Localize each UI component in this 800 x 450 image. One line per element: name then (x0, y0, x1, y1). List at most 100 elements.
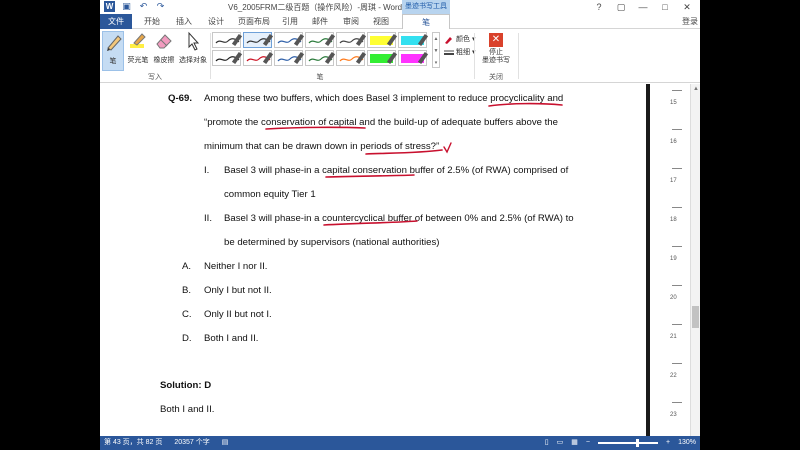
statement-2-line-1: Basel 3 will phase-in a countercyclical … (224, 213, 574, 224)
pen-swatch[interactable] (243, 32, 274, 48)
option-letter: A. (182, 261, 192, 272)
ruler-number: 20 (670, 295, 677, 301)
pen-swatch[interactable] (398, 50, 429, 66)
tab-view[interactable]: 视图 (368, 14, 394, 29)
zoom-in-icon[interactable]: + (666, 436, 670, 450)
read-mode-icon[interactable]: ▯ (545, 436, 549, 450)
proofing-icon[interactable]: ▤ (222, 436, 229, 450)
tab-page-layout[interactable]: 页面布局 (234, 14, 274, 29)
tab-mailings[interactable]: 邮件 (308, 14, 332, 29)
ruler-tick (672, 402, 682, 403)
web-layout-icon[interactable]: ▦ (571, 436, 578, 450)
color-dropdown[interactable]: 颜色▾ (444, 33, 476, 46)
option-letter: C. (182, 309, 192, 320)
tab-design[interactable]: 设计 (202, 14, 230, 29)
close-button[interactable]: ✕ (676, 0, 698, 14)
login-link[interactable]: 登录 (682, 14, 698, 29)
thickness-dropdown[interactable]: 粗细▾ (444, 46, 476, 59)
zoom-slider-thumb[interactable] (636, 439, 639, 447)
question-line-1: Among these two buffers, which does Base… (204, 93, 564, 104)
word-window: W ▣ ↶ ↷ V6_2005FRM二级百题（操作风险）-周琪 - Word 墨… (100, 0, 700, 450)
tab-review[interactable]: 审阅 (338, 14, 364, 29)
ruler-tick (672, 207, 682, 208)
close-group-label: 关闭 (489, 74, 503, 81)
highlighter-button[interactable]: 荧光笔 (126, 31, 150, 71)
pen-swatch[interactable] (398, 32, 429, 48)
save-icon[interactable]: ▣ (121, 1, 132, 12)
zoom-out-icon[interactable]: − (586, 436, 590, 450)
scrollbar-thumb[interactable] (692, 306, 699, 328)
statement-2-number: II. (204, 213, 212, 224)
pens-gallery (212, 32, 436, 68)
statement-1-line-1: Basel 3 will phase-in a capital conserva… (224, 165, 569, 176)
document-area[interactable]: Q-69. Among these two buffers, which doe… (100, 84, 700, 436)
pen-swatch[interactable] (367, 32, 398, 48)
zoom-slider[interactable] (598, 439, 658, 447)
pen-swatch[interactable] (367, 50, 398, 66)
vertical-scrollbar[interactable]: ▲ (690, 84, 700, 436)
ribbon: 笔 荧光笔 橡皮擦 选择对象 写入 ▲ ▼ ▾ 颜色 粗细 笔 ✕ 停止 墨迹书… (100, 29, 700, 83)
pen-swatch[interactable] (305, 32, 336, 48)
pen-swatch[interactable] (212, 32, 243, 48)
window-title: V6_2005FRM二级百题（操作风险）-周琪 - Word (228, 3, 403, 12)
tab-references[interactable]: 引用 (278, 14, 302, 29)
close-icon: ✕ (489, 33, 503, 47)
word-count[interactable]: 20357 个字 (174, 436, 209, 450)
status-bar: 第 43 页，共 82 页 20357 个字 ▤ ▯ ▭ ▦ − + 130% (100, 436, 700, 450)
stop-inking-button[interactable]: ✕ 停止 墨迹书写 (478, 31, 514, 65)
pen-swatch[interactable] (336, 50, 367, 66)
help-button[interactable]: ? (588, 0, 610, 14)
ink-checkmark (443, 142, 452, 154)
pen-swatch[interactable] (274, 50, 305, 66)
tab-home[interactable]: 开始 (138, 14, 166, 29)
eraser-icon (153, 31, 175, 53)
pen-button[interactable]: 笔 (102, 31, 124, 71)
pens-gallery-scroll[interactable]: ▲ ▼ ▾ (432, 32, 440, 68)
ribbon-tabs: 文件 开始 插入 设计 页面布局 引用 邮件 审阅 视图 笔 登录 (100, 14, 700, 30)
ruler-number: 23 (670, 412, 677, 418)
pen-swatch[interactable] (274, 32, 305, 48)
ruler-tick (672, 363, 682, 364)
pens-group-label: 笔 (316, 74, 324, 81)
ribbon-divider (210, 33, 211, 79)
scroll-up-icon[interactable]: ▲ (691, 84, 700, 94)
ruler-tick (672, 285, 682, 286)
ruler-number: 19 (670, 256, 677, 262)
pen-swatch[interactable] (243, 50, 274, 66)
tab-file[interactable]: 文件 (100, 14, 132, 29)
solution-heading: Solution: D (160, 380, 212, 391)
select-objects-button[interactable]: 选择对象 (178, 31, 208, 71)
maximize-button[interactable]: □ (654, 0, 676, 14)
solution-text: Both I and II. (160, 404, 215, 415)
option-letter: B. (182, 285, 192, 296)
context-tab-header: 墨迹书写工具 (402, 0, 450, 14)
ruler-number: 15 (670, 100, 677, 106)
pen-swatch[interactable] (305, 50, 336, 66)
ruler-number: 17 (670, 178, 677, 184)
ruler-tick (672, 324, 682, 325)
question-line-2: “promote the conservation of capital and… (204, 117, 558, 128)
page-boundary (646, 84, 650, 436)
color-swatch-icon (444, 36, 454, 44)
redo-icon[interactable]: ↷ (155, 1, 166, 12)
write-group-label: 写入 (148, 74, 162, 81)
option-letter: D. (182, 333, 192, 344)
ruler-tick (672, 168, 682, 169)
print-layout-icon[interactable]: ▭ (557, 436, 564, 450)
ruler-number: 18 (670, 217, 677, 223)
page-count[interactable]: 第 43 页，共 82 页 (104, 436, 162, 450)
tab-insert[interactable]: 插入 (170, 14, 198, 29)
title-bar: W ▣ ↶ ↷ V6_2005FRM二级百题（操作风险）-周琪 - Word 墨… (100, 0, 700, 14)
ribbon-divider (518, 33, 519, 79)
zoom-level[interactable]: 130% (678, 436, 696, 450)
pen-swatch[interactable] (336, 32, 367, 48)
eraser-button[interactable]: 橡皮擦 (151, 31, 177, 71)
ruler-number: 22 (670, 373, 677, 379)
tab-pens[interactable]: 笔 (402, 14, 450, 30)
window-controls: ? ▢ — □ ✕ (588, 0, 698, 14)
option-text: Both I and II. (204, 333, 259, 344)
minimize-button[interactable]: — (632, 0, 654, 14)
undo-icon[interactable]: ↶ (138, 1, 149, 12)
ribbon-display-button[interactable]: ▢ (610, 0, 632, 14)
pen-swatch[interactable] (212, 50, 243, 66)
